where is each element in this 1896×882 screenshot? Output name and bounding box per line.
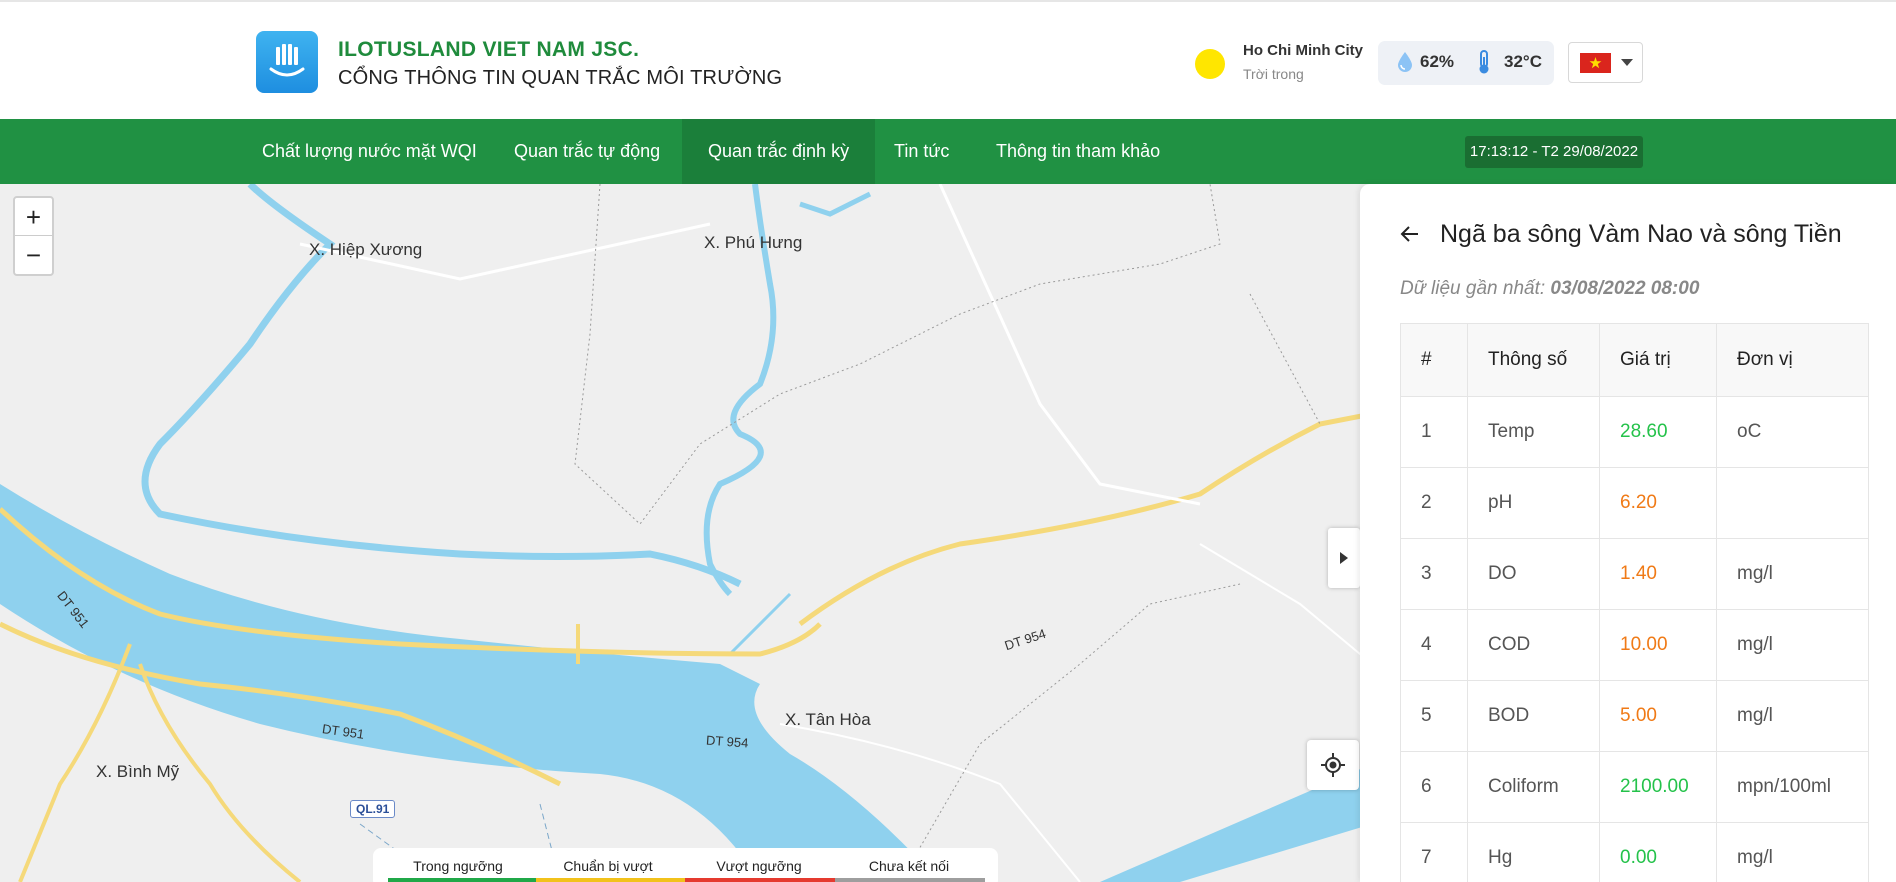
map-place-label: X. Tân Hòa bbox=[785, 710, 871, 729]
status-legend: Trong ngưỡng Chuẩn bị vượt Vượt ngưỡng C… bbox=[373, 848, 998, 882]
parameter-unit: oC bbox=[1716, 397, 1870, 467]
row-number: 5 bbox=[1421, 705, 1432, 726]
crosshair-icon bbox=[1321, 753, 1345, 777]
road-label: DT 954 bbox=[705, 732, 749, 751]
row-number: 7 bbox=[1421, 847, 1432, 868]
legend-bar bbox=[536, 878, 686, 882]
latest-data-time: 03/08/2022 08:00 bbox=[1550, 278, 1700, 299]
latest-data: Dữ liệu gần nhất: 03/08/2022 08:00 bbox=[1400, 278, 1699, 300]
table-row: 1 Temp 28.60 oC bbox=[1401, 396, 1868, 467]
temperature-value: 32°C bbox=[1504, 52, 1542, 71]
parameter-name: DO bbox=[1467, 539, 1599, 609]
parameter-name: pH bbox=[1467, 468, 1599, 538]
map-place-label: X. Hiệp Xương bbox=[309, 240, 423, 259]
header: ILOTUSLAND VIET NAM JSC. CỔNG THÔNG TIN … bbox=[0, 0, 1896, 119]
row-number: 4 bbox=[1421, 634, 1432, 655]
parameter-value: 6.20 bbox=[1599, 468, 1716, 538]
legend-label: Chưa kết nối bbox=[868, 858, 950, 874]
parameter-name: COD bbox=[1467, 610, 1599, 680]
parameter-unit bbox=[1716, 468, 1870, 538]
parameter-name: Temp bbox=[1467, 397, 1599, 467]
chevron-right-icon bbox=[1340, 552, 1348, 564]
parameter-value: 0.00 bbox=[1599, 823, 1716, 882]
station-name: Ngã ba sông Vàm Nao và sông Tiền bbox=[1440, 220, 1842, 248]
arrow-left-icon[interactable] bbox=[1400, 224, 1420, 244]
legend-bar bbox=[388, 878, 538, 882]
language-selector[interactable] bbox=[1568, 42, 1643, 83]
legend-label: Vượt ngưỡng bbox=[716, 858, 802, 874]
latest-data-label: Dữ liệu gần nhất: bbox=[1400, 278, 1546, 299]
column-header: Thông số bbox=[1467, 324, 1599, 396]
parameter-value: 28.60 bbox=[1599, 397, 1716, 467]
map-place-label: X. Bình Mỹ bbox=[96, 762, 180, 781]
nav-item-automatic[interactable]: Quan trắc tự động bbox=[488, 119, 686, 184]
parameter-unit: mg/l bbox=[1716, 823, 1870, 882]
legend-bar bbox=[685, 878, 835, 882]
parameter-value: 2100.00 bbox=[1599, 752, 1716, 822]
legend-bar bbox=[835, 878, 985, 882]
panel-toggle-button[interactable] bbox=[1328, 528, 1360, 588]
vietnam-flag-icon bbox=[1580, 53, 1611, 73]
parameter-unit: mg/l bbox=[1716, 539, 1870, 609]
weather-description: Trời trong bbox=[1243, 66, 1304, 82]
row-number: 2 bbox=[1421, 492, 1432, 513]
nav-item-periodic[interactable]: Quan trắc định kỳ bbox=[682, 119, 876, 184]
column-header: Giá trị bbox=[1599, 324, 1716, 396]
table-row: 2 pH 6.20 bbox=[1401, 467, 1868, 538]
nav-item-news[interactable]: Tin tức bbox=[868, 119, 975, 184]
table-row: 3 DO 1.40 mg/l bbox=[1401, 538, 1868, 609]
table-row: 6 Coliform 2100.00 mpn/100ml bbox=[1401, 751, 1868, 822]
parameter-name: Hg bbox=[1467, 823, 1599, 882]
legend-label: Chuẩn bị vượt bbox=[563, 858, 653, 874]
table-row: 7 Hg 0.00 mg/l bbox=[1401, 822, 1868, 882]
sun-icon bbox=[1195, 49, 1225, 79]
row-number: 6 bbox=[1421, 776, 1432, 797]
map-canvas bbox=[0, 184, 1372, 882]
locate-button[interactable] bbox=[1307, 740, 1359, 790]
zoom-out-button[interactable]: − bbox=[15, 236, 52, 274]
nav-item-wqi[interactable]: Chất lượng nước mặt WQI bbox=[236, 119, 503, 184]
chevron-down-icon bbox=[1621, 59, 1633, 66]
parameter-unit: mg/l bbox=[1716, 681, 1870, 751]
parameter-value: 5.00 bbox=[1599, 681, 1716, 751]
row-number: 1 bbox=[1421, 421, 1432, 442]
parameter-table: # Thông số Giá trị Đơn vị 1 Temp 28.60 oC 2 p… bbox=[1400, 323, 1869, 882]
parameter-value: 10.00 bbox=[1599, 610, 1716, 680]
table-header-row: # Thông số Giá trị Đơn vị bbox=[1401, 324, 1868, 396]
clock: 17:13:12 - T2 29/08/2022 bbox=[1465, 136, 1643, 168]
table-row: 4 COD 10.00 mg/l bbox=[1401, 609, 1868, 680]
app-root: ILOTUSLAND VIET NAM JSC. CỔNG THÔNG TIN … bbox=[0, 0, 1896, 882]
brand-name: ILOTUSLAND VIET NAM JSC. bbox=[338, 38, 640, 61]
parameter-value: 1.40 bbox=[1599, 539, 1716, 609]
logo-icon bbox=[269, 44, 305, 77]
highway-shield: QL.91 bbox=[350, 800, 396, 818]
logo[interactable] bbox=[256, 31, 318, 93]
column-header: # bbox=[1421, 349, 1432, 370]
parameter-name: BOD bbox=[1467, 681, 1599, 751]
map[interactable]: X. Hiệp Xương X. Phú Hưng X. Tân Hòa X. … bbox=[0, 184, 1372, 882]
thermometer-icon bbox=[1479, 50, 1489, 74]
humidity-icon bbox=[1398, 52, 1412, 72]
row-number: 3 bbox=[1421, 563, 1432, 584]
legend-label: Trong ngưỡng bbox=[413, 858, 503, 874]
column-header: Đơn vị bbox=[1716, 324, 1870, 396]
map-place-label: X. Phú Hưng bbox=[704, 233, 803, 252]
weather-city: Ho Chi Minh City bbox=[1243, 42, 1363, 59]
nav-item-reference[interactable]: Thông tin tham khảo bbox=[970, 119, 1186, 184]
parameter-unit: mg/l bbox=[1716, 610, 1870, 680]
humidity-value: 62% bbox=[1420, 52, 1455, 71]
parameter-name: Coliform bbox=[1467, 752, 1599, 822]
zoom-control: + − bbox=[13, 196, 54, 276]
table-row: 5 BOD 5.00 mg/l bbox=[1401, 680, 1868, 751]
brand-subtitle: CỔNG THÔNG TIN QUAN TRẮC MÔI TRƯỜNG bbox=[338, 67, 783, 89]
zoom-in-button[interactable]: + bbox=[15, 198, 52, 236]
parameter-unit: mpn/100ml bbox=[1716, 752, 1870, 822]
